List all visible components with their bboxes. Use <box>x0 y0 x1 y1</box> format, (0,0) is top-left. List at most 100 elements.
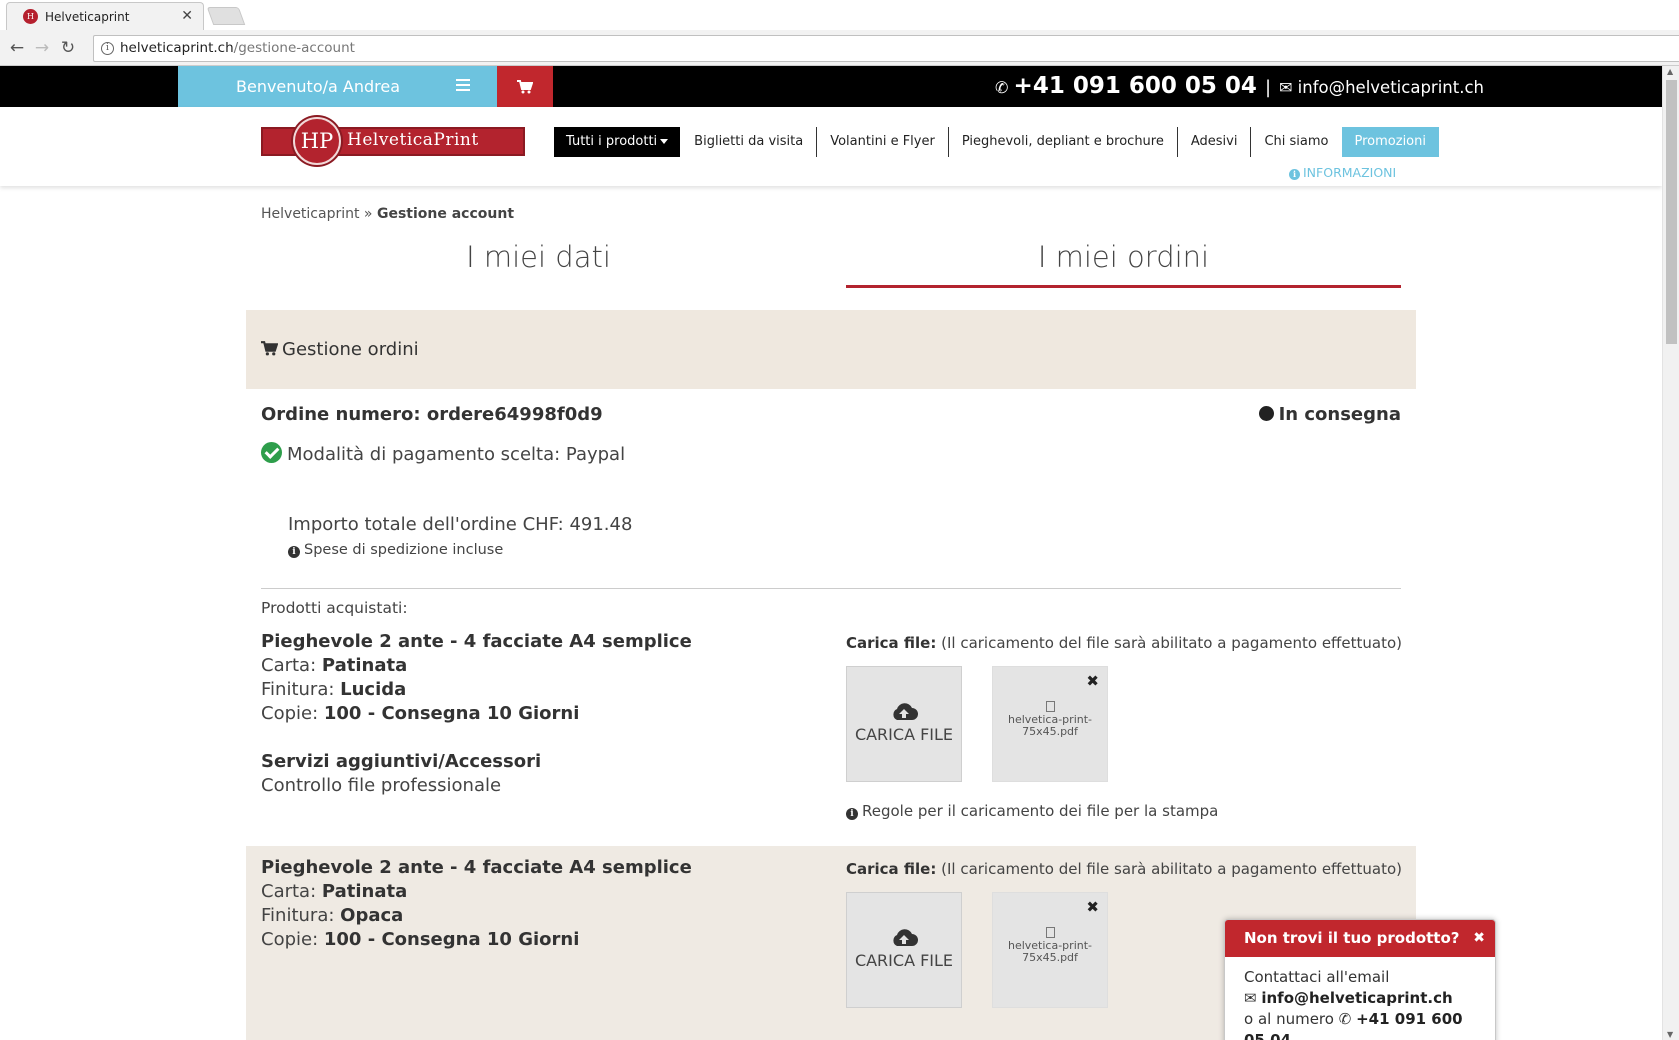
nav-all-products[interactable]: Tutti i prodotti <box>554 127 681 157</box>
envelope-icon: ✉ <box>1279 78 1293 97</box>
contact-email[interactable]: ✉ info@helveticaprint.ch <box>1244 988 1476 1009</box>
rules-link-text: Regole per il caricamento dei file per l… <box>862 802 1219 820</box>
top-bar: Benvenuto/a Andrea ✆ +41 091 600 05 04 |… <box>0 66 1662 107</box>
upload-rules-link[interactable]: i Regole per il caricamento dei file per … <box>846 802 1218 820</box>
contact-separator: | <box>1264 77 1272 98</box>
paper-value: Patinata <box>321 655 408 676</box>
extras-title: Servizi aggiuntivi/Accessori <box>261 751 541 772</box>
shipping-note: i Spese di spedizione incluse <box>288 542 503 558</box>
shipping-note-text: Spese di spedizione incluse <box>304 542 504 558</box>
copies-value: 100 - Consegna 10 Giorni <box>323 929 580 950</box>
tab-strip: H Helveticaprint ✕ <box>0 0 1679 30</box>
phone-icon: ✆ <box>1338 1010 1352 1028</box>
tab-my-data[interactable]: I miei dati <box>261 226 816 288</box>
info-icon: i <box>288 546 300 558</box>
info-icon: i <box>1289 169 1300 180</box>
upload-note: (Il caricamento del file sarà abilitato … <box>936 860 1402 878</box>
extras-item: Controllo file professionale <box>261 775 502 796</box>
scrollbar-thumb[interactable] <box>1666 80 1677 344</box>
browser-toolbar: ← → ↻ i helveticaprint.ch/gestione-accou… <box>0 31 1679 65</box>
logo-seal: HP <box>293 117 341 165</box>
status-label: In consegna <box>1278 404 1401 425</box>
info-icon: i <box>846 808 858 820</box>
nav-flyers[interactable]: Volantini e Flyer <box>817 127 949 157</box>
new-tab-button[interactable] <box>206 7 246 25</box>
pdf-file-icon <box>1045 701 1055 712</box>
cart-button[interactable] <box>497 66 553 107</box>
contact-line: Contattaci all'email <box>1244 968 1390 986</box>
hamburger-menu-icon[interactable] <box>456 79 470 92</box>
back-arrow-icon[interactable]: ← <box>6 37 28 59</box>
remove-file-icon[interactable]: ✖ <box>1086 900 1099 915</box>
paper-value: Patinata <box>321 881 408 902</box>
user-menu[interactable]: Benvenuto/a Andrea <box>178 66 497 107</box>
envelope-icon: ✉ <box>1244 989 1262 1007</box>
address-bar[interactable]: i helveticaprint.ch/gestione-account <box>93 35 1679 62</box>
caret-down-icon <box>660 139 669 144</box>
upload-file-button[interactable]: CARICA FILE <box>846 666 962 782</box>
breadcrumb-home[interactable]: Helveticaprint <box>261 206 359 222</box>
paper-label: Carta: <box>261 881 322 902</box>
tab-my-orders[interactable]: I miei ordini <box>846 226 1401 288</box>
info-link-label: INFORMAZIONI <box>1303 165 1397 180</box>
uploaded-file: ✖ helvetica-print-75x45.pdf <box>992 666 1108 782</box>
contact-phone-prefix: o al numero <box>1244 1010 1334 1028</box>
url-host: helveticaprint.ch <box>120 40 234 56</box>
close-icon[interactable]: ✖ <box>1473 920 1485 957</box>
upload-label-strong: Carica file: <box>846 634 937 652</box>
finish-label: Finitura: <box>261 679 341 700</box>
browser-chrome: H Helveticaprint ✕ ← → ↻ i helveticaprin… <box>0 0 1679 66</box>
forward-arrow-icon[interactable]: → <box>31 37 53 59</box>
site-logo[interactable]: HP HelveticaPrint <box>261 117 525 165</box>
page-scrollbar[interactable]: ▲ ▼ <box>1662 66 1679 1040</box>
contact-popup-body: Contattaci all'email ✉ info@helveticapri… <box>1225 957 1495 1040</box>
product-name: Pieghevole 2 ante - 4 facciate A4 sempli… <box>261 857 692 878</box>
account-tabs: I miei dati I miei ordini <box>261 226 1401 288</box>
file-name: helvetica-print-75x45.pdf <box>1007 939 1092 964</box>
paper-label: Carta: <box>261 655 322 676</box>
contact-popup-header: Non trovi il tuo prodotto? ✖ <box>1225 920 1495 957</box>
top-email[interactable]: info@helveticaprint.ch <box>1298 78 1484 97</box>
uploaded-file: ✖ helvetica-print-75x45.pdf <box>992 892 1108 1008</box>
finish-value: Opaca <box>340 905 404 926</box>
contact-email-text: info@helveticaprint.ch <box>1261 989 1453 1007</box>
nav-business-cards[interactable]: Biglietti da visita <box>681 127 818 157</box>
page-viewport: Benvenuto/a Andrea ✆ +41 091 600 05 04 |… <box>0 66 1662 1040</box>
order-status: In consegna <box>1258 404 1401 425</box>
nav-label: Tutti i prodotti <box>566 134 658 149</box>
order-total: Importo totale dell'ordine CHF: 491.48 <box>288 514 633 535</box>
nav-brochures[interactable]: Pieghevoli, depliant e brochure <box>949 127 1178 157</box>
product-paper: Carta: Patinata <box>261 655 407 676</box>
nav-about[interactable]: Chi siamo <box>1251 127 1341 157</box>
top-contacts: ✆ +41 091 600 05 04 | ✉ info@helveticapr… <box>995 66 1484 107</box>
status-dot-icon <box>1258 406 1274 421</box>
divider <box>261 588 1401 589</box>
orders-panel-header: Gestione ordini <box>246 310 1416 389</box>
orders-panel-title: Gestione ordini <box>282 339 419 360</box>
upload-file-button[interactable]: CARICA FILE <box>846 892 962 1008</box>
cloud-upload-icon <box>893 703 918 720</box>
contact-phone[interactable]: o al numero ✆ +41 091 600 05 04 <box>1244 1009 1476 1040</box>
breadcrumb: Helveticaprint » Gestione account <box>261 206 514 222</box>
top-phone[interactable]: +41 091 600 05 04 <box>1014 73 1257 99</box>
product-finish: Finitura: Opaca <box>261 905 403 926</box>
reload-icon[interactable]: ↻ <box>57 37 79 59</box>
nav-stickers[interactable]: Adesivi <box>1178 127 1252 157</box>
product-copies: Copie: 100 - Consegna 10 Giorni <box>261 703 579 724</box>
upload-label-strong: Carica file: <box>846 860 937 878</box>
scroll-up-icon[interactable]: ▲ <box>1667 67 1673 76</box>
check-circle-icon <box>261 442 282 463</box>
file-name: helvetica-print-75x45.pdf <box>1007 713 1092 738</box>
remove-file-icon[interactable]: ✖ <box>1086 674 1099 689</box>
pdf-file-icon <box>1045 927 1055 938</box>
phone-icon: ✆ <box>995 78 1009 97</box>
site-info-icon[interactable]: i <box>101 42 114 55</box>
info-link[interactable]: i INFORMAZIONI <box>1289 165 1396 180</box>
nav-promotions[interactable]: Promozioni <box>1341 127 1439 157</box>
tab-close-icon[interactable]: ✕ <box>181 8 193 24</box>
product-copies: Copie: 100 - Consegna 10 Giorni <box>261 929 579 950</box>
scroll-down-icon[interactable]: ▼ <box>1667 1030 1673 1039</box>
payment-text: Modalità di pagamento scelta: Paypal <box>287 444 626 465</box>
upload-button-label: CARICA FILE <box>854 951 954 970</box>
browser-tab[interactable]: H Helveticaprint ✕ <box>6 2 204 30</box>
